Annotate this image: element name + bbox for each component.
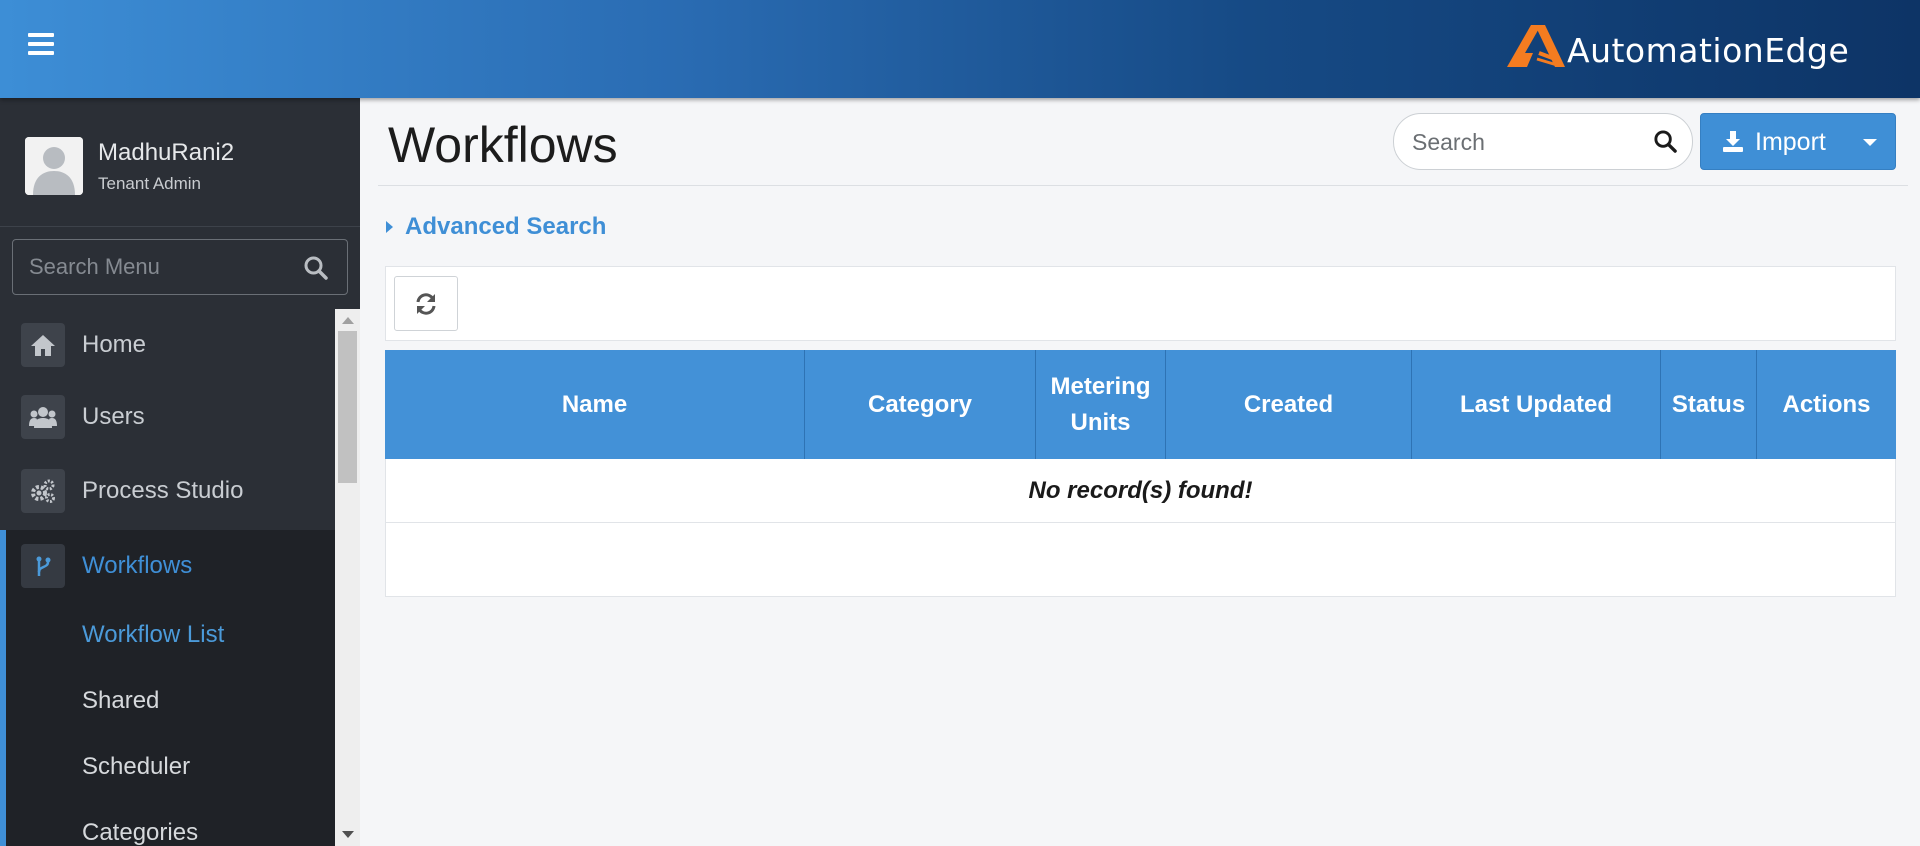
search-icon[interactable] xyxy=(303,255,329,281)
scroll-up-arrow-icon[interactable] xyxy=(342,317,354,324)
column-header-created[interactable]: Created xyxy=(1166,350,1412,459)
scroll-down-arrow-icon[interactable] xyxy=(342,831,354,838)
top-header: AutomationEdge xyxy=(0,0,1920,98)
advanced-search-label: Advanced Search xyxy=(405,213,607,240)
sidebar-item-users[interactable]: Users xyxy=(0,381,335,453)
gears-icon xyxy=(21,469,65,513)
page-title: Workflows xyxy=(388,117,618,173)
user-panel: MadhuRani2 Tenant Admin xyxy=(0,98,360,227)
refresh-button[interactable] xyxy=(394,276,458,331)
empty-table-row: No record(s) found! xyxy=(385,459,1896,523)
table-header: Name Category Metering Units Created Las… xyxy=(385,350,1896,459)
caret-right-icon xyxy=(386,221,393,233)
user-role: Tenant Admin xyxy=(98,174,202,193)
sidebar-item-label: Home xyxy=(82,331,147,358)
submenu-item-categories[interactable]: Categories xyxy=(82,819,198,846)
home-icon xyxy=(21,323,65,367)
page-header: Workflows Import xyxy=(378,98,1908,186)
sidebar-item-label: Workflows xyxy=(82,552,193,579)
column-header-metering-units[interactable]: Metering Units xyxy=(1036,350,1166,459)
column-header-actions: Actions xyxy=(1782,390,1871,418)
user-avatar-icon xyxy=(25,137,83,195)
users-icon xyxy=(21,395,65,439)
sidebar-item-workflows[interactable]: Workflows xyxy=(0,530,335,602)
workflows-submenu: Workflow List Shared Scheduler Categorie… xyxy=(0,602,335,846)
refresh-icon xyxy=(416,292,436,315)
sidebar: MadhuRani2 Tenant Admin Home Users Proce… xyxy=(0,98,360,846)
user-name: MadhuRani2 xyxy=(98,139,235,166)
sidebar-item-home[interactable]: Home xyxy=(0,309,335,381)
search-menu-box xyxy=(12,239,348,295)
column-header-status[interactable]: Status xyxy=(1661,350,1757,459)
chevron-down-icon[interactable] xyxy=(1863,139,1877,146)
submenu-item-scheduler[interactable]: Scheduler xyxy=(82,753,190,781)
sidebar-item-label: Process Studio xyxy=(82,477,244,504)
empty-message: No record(s) found! xyxy=(1028,476,1253,504)
grid-toolbar xyxy=(385,266,1896,341)
workflow-search-box xyxy=(1393,113,1693,170)
import-button[interactable]: Import xyxy=(1700,113,1896,170)
submenu-item-shared[interactable]: Shared xyxy=(82,687,159,715)
workflow-icon xyxy=(21,544,65,588)
column-header-name[interactable]: Name xyxy=(385,350,805,459)
column-header-category[interactable]: Category xyxy=(805,350,1036,459)
advanced-search-toggle[interactable]: Advanced Search xyxy=(386,213,606,241)
table-footer xyxy=(385,523,1896,597)
column-header-last-updated[interactable]: Last Updated xyxy=(1412,350,1661,459)
avatar[interactable] xyxy=(25,137,83,195)
brand-name: AutomationEdge xyxy=(1567,30,1850,70)
scrollbar-thumb[interactable] xyxy=(338,331,357,483)
sidebar-scrollbar[interactable] xyxy=(335,309,360,846)
submenu-item-workflow-list[interactable]: Workflow List xyxy=(82,621,224,649)
search-menu-input[interactable] xyxy=(29,252,299,282)
sidebar-menu: Home Users Process Studio Workflows Work… xyxy=(0,309,335,846)
automationedge-logo-icon xyxy=(1507,25,1565,67)
download-icon xyxy=(1723,131,1743,152)
import-button-label: Import xyxy=(1755,128,1826,156)
sidebar-item-process-studio[interactable]: Process Studio xyxy=(0,455,335,527)
sidebar-item-label: Users xyxy=(82,403,145,430)
brand-logo[interactable]: AutomationEdge xyxy=(1505,20,1849,72)
workflow-search-input[interactable] xyxy=(1412,127,1642,157)
hamburger-menu-icon[interactable] xyxy=(28,33,54,55)
workflows-table: Name Category Metering Units Created Las… xyxy=(385,350,1896,597)
search-icon[interactable] xyxy=(1653,129,1678,154)
